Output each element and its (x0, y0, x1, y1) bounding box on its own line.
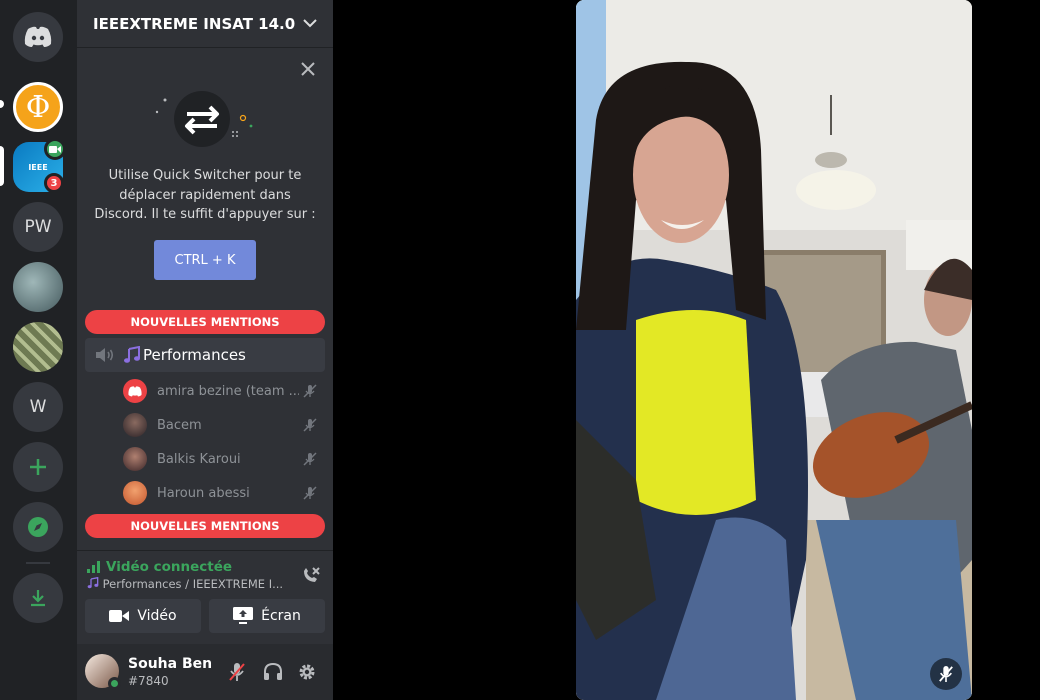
muted-mic-icon (939, 666, 953, 682)
phi-logo: Φ (25, 89, 51, 125)
tip-text: Utilise Quick Switcher pour te déplacer … (94, 168, 316, 222)
guild-name: IEEEXTREME INSAT 14.0 (93, 14, 296, 33)
channel-sidebar: IEEEXTREME INSAT 14.0 Utilise Quick Swit… (77, 0, 333, 700)
music-note-icon (87, 577, 99, 589)
headphones-icon (264, 663, 282, 680)
muted-mic-icon (303, 452, 317, 466)
voice-member[interactable]: Balkis Karoui (123, 444, 323, 474)
video-button-label: Vidéo (137, 608, 177, 624)
discord-logo-icon (128, 385, 142, 396)
server-initials: W (29, 397, 47, 417)
connection-channel[interactable]: Performances / IEEEXTREME I... (87, 577, 287, 591)
screen-share-icon (233, 607, 254, 624)
screen-share-button[interactable]: Écran (209, 599, 325, 633)
plus-icon (30, 459, 46, 475)
shortcut-button[interactable]: CTRL + K (154, 240, 256, 280)
voice-connection-panel: Vidéo connectée Performances / IEEEXTREM… (77, 550, 333, 644)
settings-button[interactable] (295, 660, 319, 684)
server-pw[interactable]: PW (13, 202, 63, 252)
close-icon[interactable] (301, 62, 315, 76)
user-tag: #7840 (128, 674, 169, 688)
ieee-logo: IEEE (28, 162, 48, 172)
member-name: amira bezine (team ... (157, 383, 299, 399)
quick-switcher-illustration (155, 91, 253, 147)
avatar (123, 481, 147, 505)
video-feed-image (576, 0, 972, 700)
video-mute-indicator (930, 658, 962, 690)
download-icon (31, 590, 45, 607)
member-name: Haroun abessi (157, 485, 250, 501)
mention-count-badge: 3 (44, 173, 64, 193)
avatar (123, 413, 147, 437)
muted-mic-icon (303, 486, 317, 500)
muted-mic-icon (229, 663, 245, 681)
add-server-button[interactable] (13, 442, 63, 492)
server-w[interactable]: W (13, 382, 63, 432)
new-mentions-bar-top[interactable]: NOUVELLES MENTIONS (85, 310, 325, 334)
new-mentions-bar-bottom[interactable]: NOUVELLES MENTIONS (85, 514, 325, 538)
rail-divider (26, 562, 50, 564)
quick-switcher-tip: Utilise Quick Switcher pour te déplacer … (77, 52, 333, 300)
member-name: Balkis Karoui (157, 451, 241, 467)
guild-header[interactable]: IEEEXTREME INSAT 14.0 (77, 0, 333, 48)
chevron-down-icon[interactable] (303, 19, 317, 28)
voice-member[interactable]: amira bezine (team ... (123, 376, 323, 406)
voice-channel-name: Performances (143, 346, 246, 364)
disconnect-icon[interactable] (301, 565, 321, 585)
discord-logo-icon (24, 26, 52, 47)
compass-icon (28, 517, 48, 537)
voice-member[interactable]: Bacem (123, 410, 323, 440)
server-pattern[interactable] (13, 322, 63, 372)
server-landscape[interactable] (13, 262, 63, 312)
music-note-icon (124, 346, 140, 363)
mute-button[interactable] (225, 660, 249, 684)
video-camera-icon (109, 610, 130, 622)
download-apps-button[interactable] (13, 573, 63, 623)
member-name: Bacem (157, 417, 202, 433)
speaker-icon (96, 348, 114, 362)
avatar (123, 447, 147, 471)
user-panel: Souha Ben ... #7840 (77, 644, 333, 700)
voice-member[interactable]: Haroun abessi (123, 478, 323, 508)
avatar (123, 379, 147, 403)
server-initials: PW (24, 217, 52, 237)
username: Souha Ben ... (128, 656, 218, 672)
connection-status-text: Vidéo connectée (106, 559, 233, 575)
signal-bars-icon (87, 561, 100, 573)
connection-status: Vidéo connectée (87, 559, 232, 575)
gear-icon (299, 664, 315, 680)
online-status-dot (108, 677, 121, 690)
unread-pill (0, 100, 4, 108)
video-stage (333, 0, 1040, 700)
video-badge (44, 138, 66, 160)
voice-channel-performances[interactable]: Performances (85, 338, 325, 372)
screen-share-label: Écran (261, 608, 301, 624)
home-button[interactable] (13, 12, 63, 62)
connection-channel-text: Performances / IEEEXTREME I... (102, 577, 284, 591)
selected-pill (0, 146, 4, 186)
deafen-button[interactable] (261, 660, 285, 684)
video-tile[interactable] (576, 0, 972, 700)
video-camera-icon (49, 145, 61, 153)
muted-mic-icon (303, 384, 317, 398)
explore-servers-button[interactable] (13, 502, 63, 552)
muted-mic-icon (303, 418, 317, 432)
server-rail: Φ IEEE 3 PW W (0, 0, 77, 700)
server-phi[interactable]: Φ (13, 82, 63, 132)
video-button[interactable]: Vidéo (85, 599, 201, 633)
